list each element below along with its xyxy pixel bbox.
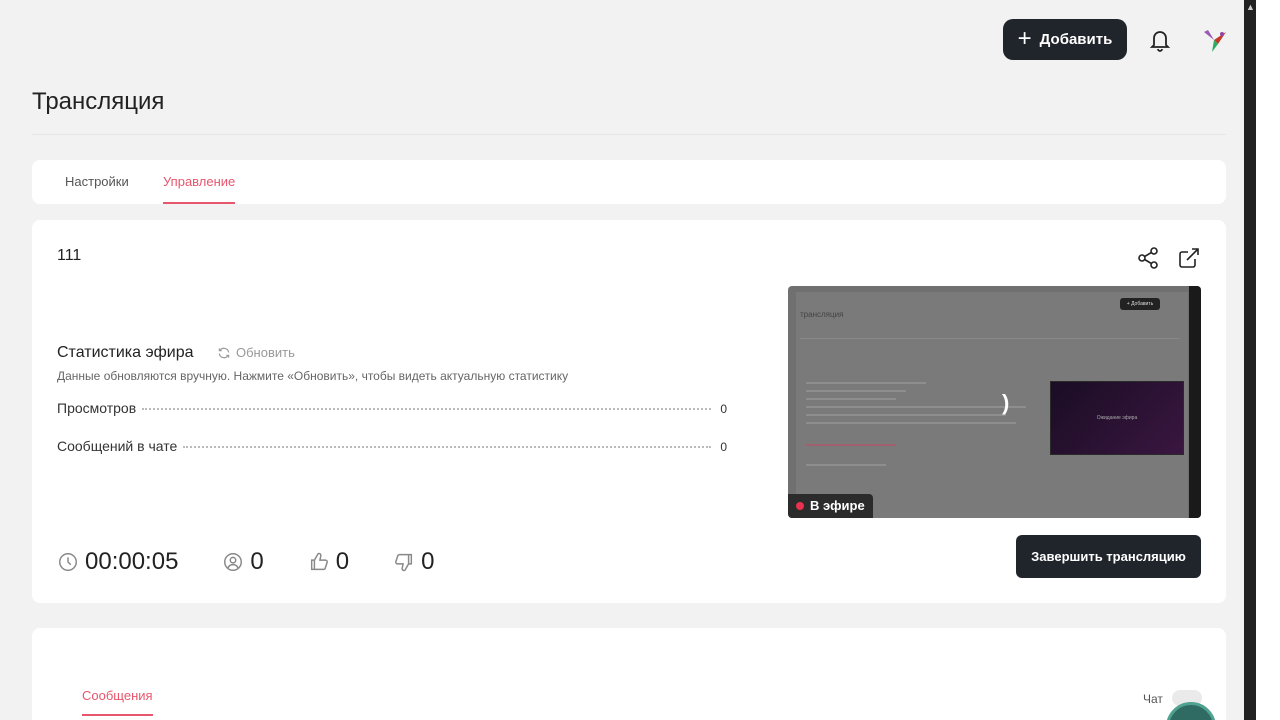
- preview-mini-title: трансляция: [800, 310, 844, 319]
- stat-row-views: Просмотров 0: [57, 400, 727, 416]
- loading-spinner-icon: ): [1002, 390, 1010, 415]
- external-link-icon[interactable]: [1177, 246, 1201, 270]
- stat-value: 0: [720, 440, 727, 454]
- add-button[interactable]: + Добавить: [1003, 19, 1127, 60]
- preview-line: [806, 390, 906, 392]
- add-button-label: Добавить: [1039, 31, 1113, 48]
- preview-line: [806, 464, 886, 466]
- tab-messages[interactable]: Сообщения: [82, 688, 153, 716]
- stats-hint: Данные обновляются вручную. Нажмите «Обн…: [57, 369, 569, 383]
- scroll-up-icon[interactable]: ▲: [1246, 2, 1255, 12]
- user-icon: [224, 553, 243, 571]
- stat-row-messages: Сообщений в чате 0: [57, 438, 727, 454]
- preview-line: [806, 444, 896, 446]
- dislikes-metric: 0: [393, 548, 435, 576]
- likes-value: 0: [335, 548, 350, 575]
- end-stream-button[interactable]: Завершить трансляцию: [1016, 535, 1201, 578]
- refresh-icon: [218, 347, 230, 358]
- stat-label: Сообщений в чате: [57, 438, 178, 454]
- stats-title: Статистика эфира: [57, 344, 194, 361]
- chat-toggle-label: Чат: [1143, 692, 1163, 706]
- preview-line: [806, 422, 1016, 424]
- live-badge: В эфире: [788, 494, 873, 518]
- share-icon[interactable]: [1136, 246, 1160, 270]
- preview-mini-video: Ожидание эфира: [1050, 381, 1184, 455]
- clock-icon: [59, 553, 77, 571]
- timer-metric: 00:00:05: [57, 548, 178, 576]
- thumbs-down-icon: [395, 553, 413, 572]
- stream-name: 111: [57, 247, 82, 264]
- chat-card: Сообщения Чат: [32, 628, 1226, 720]
- plus-icon: +: [1017, 24, 1032, 52]
- tab-settings[interactable]: Настройки: [65, 160, 129, 204]
- dislikes-value: 0: [421, 548, 435, 575]
- preview-scrollbar: [1189, 286, 1201, 518]
- preview-line: [806, 406, 1026, 408]
- likes-metric: 0: [308, 548, 349, 576]
- metrics-row: 00:00:05 0 0 0: [57, 545, 479, 579]
- live-label: В эфире: [810, 498, 865, 513]
- bell-icon[interactable]: [1148, 27, 1172, 53]
- preview-frame: трансляция + Добавить Ожидание эфира: [796, 292, 1188, 518]
- preview-line: [806, 414, 1006, 416]
- tab-management[interactable]: Управление: [163, 160, 236, 204]
- dot-leader: [183, 446, 711, 448]
- preview-line: [800, 338, 1180, 339]
- preview-mini-video-text: Ожидание эфира: [1096, 415, 1138, 421]
- top-bar: + Добавить: [0, 0, 1244, 80]
- viewers-metric: 0: [222, 548, 264, 576]
- timer-value: 00:00:05: [85, 548, 179, 575]
- preview-line: [806, 382, 926, 384]
- stream-preview[interactable]: трансляция + Добавить Ожидание эфира ) В…: [788, 286, 1201, 518]
- stream-card: 111 Статистика эфира Обновить Данные обн…: [32, 220, 1226, 603]
- preview-mini-add: + Добавить: [1120, 298, 1160, 310]
- dot-leader: [142, 408, 711, 410]
- page-title: Трансляция: [32, 88, 165, 115]
- avatar[interactable]: [1198, 24, 1230, 56]
- viewers-value: 0: [250, 548, 264, 575]
- live-dot-icon: [796, 502, 804, 510]
- refresh-label: Обновить: [236, 345, 295, 360]
- preview-line: [806, 398, 896, 400]
- stat-value: 0: [720, 402, 727, 416]
- stat-label: Просмотров: [57, 400, 137, 416]
- thumbs-up-icon: [310, 552, 328, 571]
- title-divider: [32, 134, 1226, 135]
- tabs-bar: Настройки Управление: [32, 160, 1226, 204]
- scrollbar[interactable]: [1244, 0, 1256, 720]
- refresh-button[interactable]: Обновить: [217, 345, 295, 360]
